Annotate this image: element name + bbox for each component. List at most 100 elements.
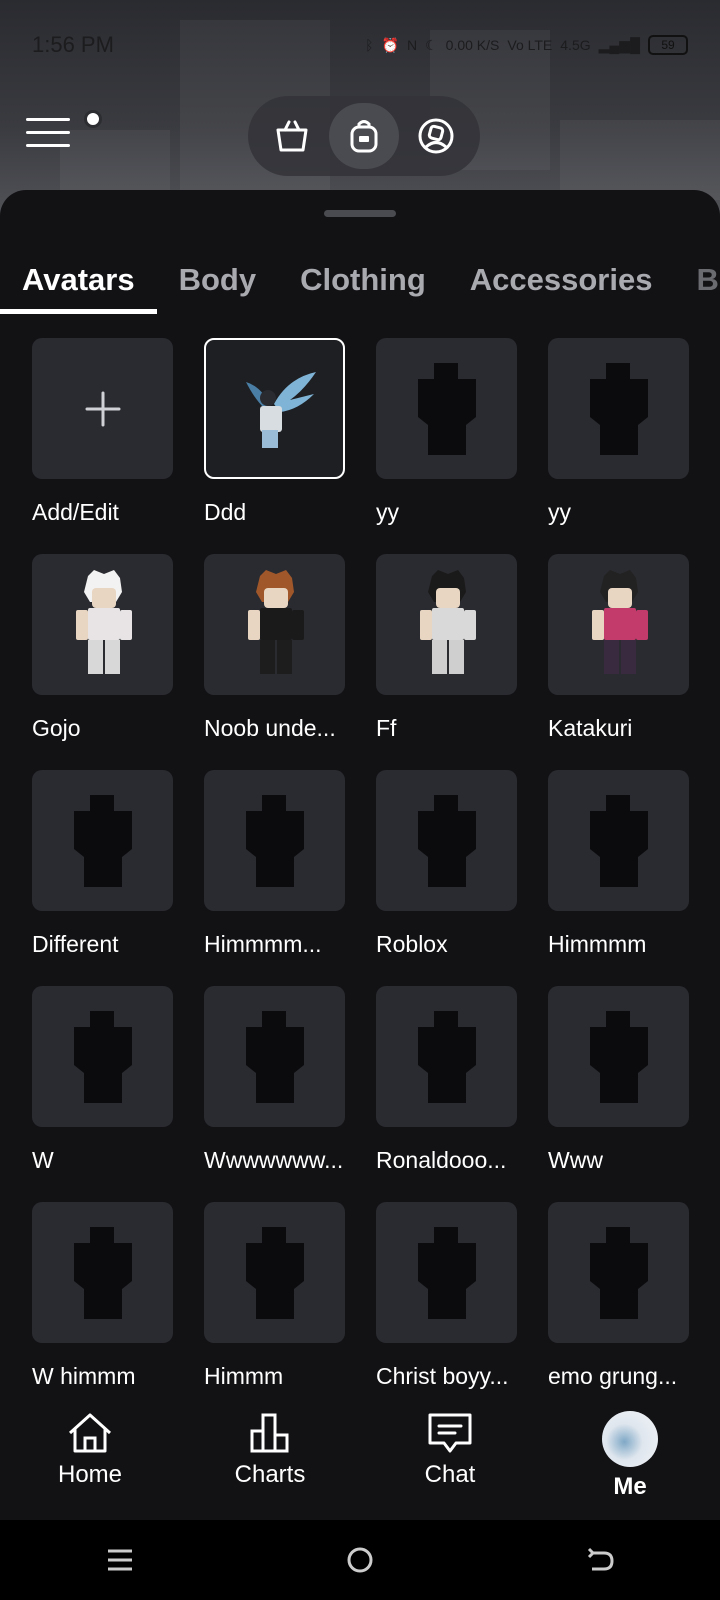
avatar-tile[interactable]: Ff bbox=[376, 554, 517, 770]
avatar-name: Wwwwwww... bbox=[204, 1147, 344, 1173]
avatar-thumbnail[interactable] bbox=[204, 770, 345, 911]
avatar-thumbnail[interactable] bbox=[548, 338, 689, 479]
avatar-tile[interactable]: W himmm bbox=[32, 1202, 173, 1418]
tab-body[interactable]: Body bbox=[157, 252, 279, 314]
avatar-tile[interactable]: yy bbox=[376, 338, 517, 554]
avatar-thumbnail[interactable] bbox=[204, 1202, 345, 1343]
avatar-winged-render bbox=[245, 371, 316, 448]
avatar-tile[interactable]: Katakuri bbox=[548, 554, 689, 770]
avatar-thumbnail[interactable] bbox=[548, 770, 689, 911]
inventory-button[interactable] bbox=[329, 103, 399, 169]
nav-home-label: Home bbox=[57, 1461, 123, 1488]
avatar-character-render bbox=[75, 569, 132, 674]
avatar-silhouette-icon bbox=[417, 1226, 476, 1319]
shop-button[interactable] bbox=[257, 103, 327, 169]
nfc-icon: N bbox=[406, 37, 418, 53]
tab-clothing[interactable]: Clothing bbox=[278, 252, 448, 314]
category-tabs: Avatars Body Clothing Accessories B bbox=[0, 252, 720, 316]
avatar-silhouette-icon bbox=[589, 1010, 648, 1103]
avatar-thumbnail[interactable] bbox=[204, 986, 345, 1127]
sheet-drag-handle[interactable] bbox=[324, 210, 396, 217]
avatar-silhouette-icon bbox=[589, 794, 648, 887]
plus-icon bbox=[85, 391, 120, 426]
avatar-thumbnail[interactable] bbox=[32, 986, 173, 1127]
status-icons: ᛒ ⏰ N ☾ 0.00 K/S Vo LTE 4.5G ▂▄▆█ 59 bbox=[365, 35, 688, 55]
avatar-tile[interactable]: Noob unde... bbox=[204, 554, 345, 770]
avatar-name: Roblox bbox=[376, 931, 448, 957]
avatar-tile[interactable]: emo grung... bbox=[548, 1202, 689, 1418]
backpack-icon bbox=[350, 120, 378, 153]
avatar-thumbnail[interactable] bbox=[32, 554, 173, 695]
avatar-tile[interactable]: Himmmm... bbox=[204, 770, 345, 986]
avatar-name: W himmm bbox=[32, 1363, 136, 1389]
avatar-thumbnail[interactable] bbox=[376, 770, 517, 911]
avatar-thumbnail[interactable] bbox=[548, 986, 689, 1127]
net-speed: 0.00 K/S bbox=[445, 37, 500, 53]
avatar-thumbnail[interactable] bbox=[548, 1202, 689, 1343]
nav-me[interactable]: Me bbox=[550, 1411, 710, 1501]
avatar-silhouette-icon bbox=[73, 794, 132, 887]
avatar-thumbnail[interactable] bbox=[376, 338, 517, 479]
back-icon[interactable] bbox=[584, 1544, 616, 1576]
avatar-thumbnail[interactable] bbox=[32, 338, 173, 479]
nav-home[interactable]: Home bbox=[10, 1411, 170, 1489]
avatar-thumbnail[interactable] bbox=[376, 986, 517, 1127]
avatar-name: Ddd bbox=[204, 499, 247, 525]
avatar-tile[interactable]: Gojo bbox=[32, 554, 173, 770]
avatar-tile[interactable]: Himmm bbox=[204, 1202, 345, 1418]
avatar-thumbnail[interactable] bbox=[548, 554, 689, 695]
nav-charts[interactable]: Charts bbox=[190, 1411, 350, 1489]
notification-dot bbox=[84, 110, 102, 128]
avatar-name: emo grung... bbox=[548, 1363, 678, 1389]
avatar-tile[interactable]: Wwwwwww... bbox=[204, 986, 345, 1202]
mode-switcher bbox=[248, 96, 480, 176]
avatar-thumbnail[interactable] bbox=[376, 554, 517, 695]
battery-level: 59 bbox=[661, 38, 675, 52]
network-type: 4.5G bbox=[560, 37, 591, 53]
avatar-name: Www bbox=[548, 1147, 603, 1173]
home-icon bbox=[68, 1413, 112, 1453]
avatar-tile[interactable]: Www bbox=[548, 986, 689, 1202]
avatar-tile[interactable]: Roblox bbox=[376, 770, 517, 986]
avatar-name: Himmmm bbox=[548, 931, 647, 957]
avatar-silhouette-icon bbox=[245, 794, 304, 887]
avatar-tile[interactable]: Christ boyy... bbox=[376, 1202, 517, 1418]
signal-icon: ▂▄▆█ bbox=[598, 36, 640, 53]
avatar-silhouette-icon bbox=[73, 1010, 132, 1103]
avatar-name: yy bbox=[376, 499, 399, 525]
avatar-tile[interactable]: Ddd bbox=[204, 338, 345, 554]
avatar-tile[interactable]: W bbox=[32, 986, 173, 1202]
system-navigation-bar bbox=[0, 1520, 720, 1600]
avatar-sheet: Avatars Body Clothing Accessories B Add/… bbox=[0, 190, 720, 1520]
avatar-character-render bbox=[247, 569, 304, 674]
avatar-thumbnail[interactable] bbox=[204, 554, 345, 695]
avatar-thumbnail[interactable] bbox=[32, 1202, 173, 1343]
alarm-icon: ⏰ bbox=[381, 36, 399, 53]
battery-indicator: 59 bbox=[648, 35, 688, 55]
profile-avatar bbox=[602, 1411, 658, 1467]
tab-overflow[interactable]: B bbox=[674, 252, 720, 314]
nav-chat[interactable]: Chat bbox=[370, 1411, 530, 1489]
avatar-thumbnail[interactable] bbox=[376, 1202, 517, 1343]
recents-icon[interactable] bbox=[104, 1544, 136, 1576]
home-circle-icon[interactable] bbox=[344, 1544, 376, 1576]
add-edit-avatar-tile[interactable]: Add/Edit bbox=[32, 338, 173, 554]
avatar-tile[interactable]: yy bbox=[548, 338, 689, 554]
nav-charts-label: Charts bbox=[234, 1461, 306, 1488]
avatar-thumbnail[interactable] bbox=[32, 770, 173, 911]
avatar-tile[interactable]: Ronaldooo... bbox=[376, 986, 517, 1202]
menu-button[interactable] bbox=[26, 110, 102, 158]
avatar-name: Himmm bbox=[204, 1363, 284, 1389]
tab-accessories[interactable]: Accessories bbox=[448, 252, 675, 314]
avatar-silhouette-icon bbox=[417, 794, 476, 887]
avatar-name: W bbox=[32, 1147, 54, 1173]
avatar-tile[interactable]: Different bbox=[32, 770, 173, 986]
avatar-name: Christ boyy... bbox=[376, 1363, 509, 1389]
avatar-tile[interactable]: Himmmm bbox=[548, 770, 689, 986]
avatar-thumbnail[interactable] bbox=[204, 338, 345, 479]
avatar-name: Himmmm... bbox=[204, 931, 322, 957]
avatar-name: Ronaldooo... bbox=[376, 1147, 507, 1173]
avatar-name: Gojo bbox=[32, 715, 81, 741]
tab-avatars[interactable]: Avatars bbox=[0, 252, 157, 314]
avatar-editor-button[interactable] bbox=[401, 103, 471, 169]
